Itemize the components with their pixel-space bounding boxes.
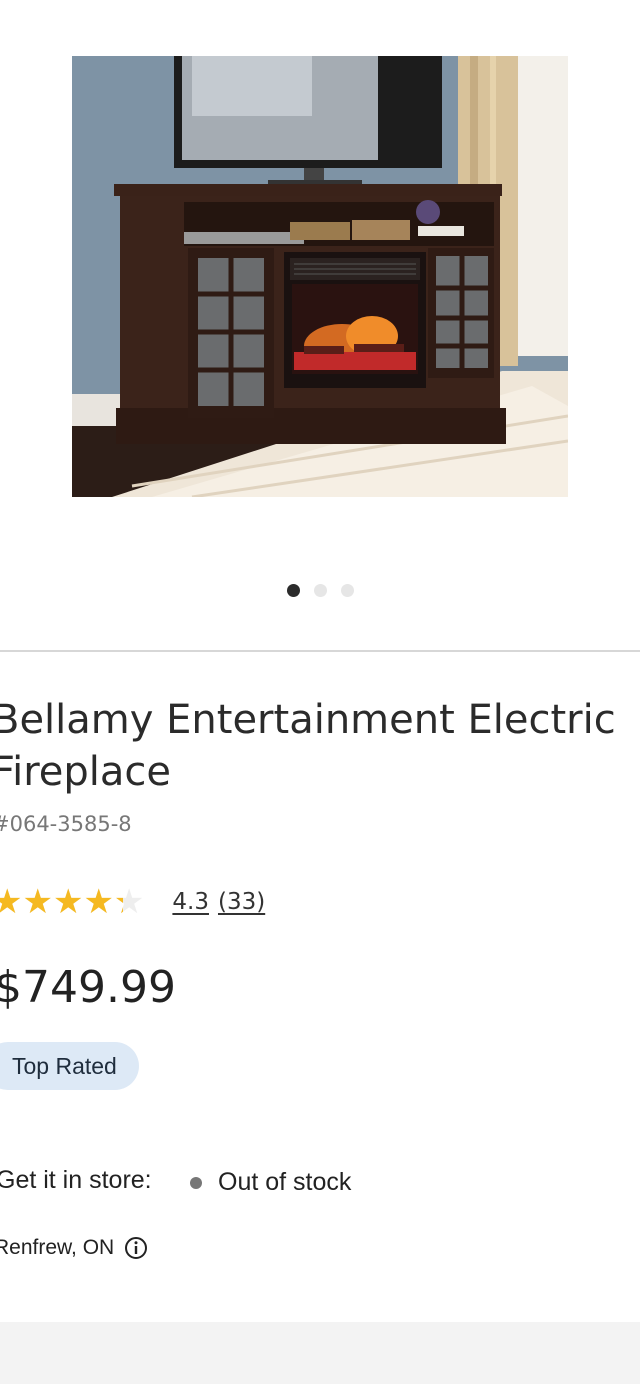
product-price: $749.99 bbox=[0, 962, 176, 1013]
stock-status: Out of stock bbox=[190, 1168, 351, 1197]
rating-summary[interactable]: ★★★★★ ★★★★★ 4.3 (33) bbox=[0, 884, 265, 920]
store-availability-label: Get it in store: bbox=[0, 1166, 152, 1194]
stock-status-text: Out of stock bbox=[218, 1168, 352, 1196]
carousel-dots bbox=[0, 584, 640, 597]
rating-score[interactable]: 4.3 bbox=[172, 889, 209, 915]
next-section-panel bbox=[0, 1322, 640, 1384]
section-divider bbox=[0, 650, 640, 652]
store-location[interactable]: Renfrew, ON bbox=[0, 1236, 148, 1260]
top-rated-badge: Top Rated bbox=[0, 1042, 139, 1090]
rating-count-link[interactable]: (33) bbox=[218, 889, 265, 915]
store-location-text[interactable]: Renfrew, ON bbox=[0, 1236, 114, 1260]
carousel-dot-1[interactable] bbox=[286, 584, 300, 597]
carousel-dot-3[interactable] bbox=[340, 584, 354, 597]
star-rating-icon: ★★★★★ ★★★★★ bbox=[0, 883, 145, 921]
product-sku: #064-3585-8 bbox=[0, 812, 132, 836]
info-circle-icon[interactable] bbox=[124, 1236, 148, 1260]
carousel-dot-2[interactable] bbox=[313, 584, 327, 597]
product-gallery[interactable] bbox=[0, 0, 640, 650]
product-image[interactable] bbox=[72, 56, 568, 497]
product-title: Bellamy Entertainment Electric Fireplace bbox=[0, 697, 616, 795]
status-dot-icon bbox=[190, 1176, 202, 1189]
